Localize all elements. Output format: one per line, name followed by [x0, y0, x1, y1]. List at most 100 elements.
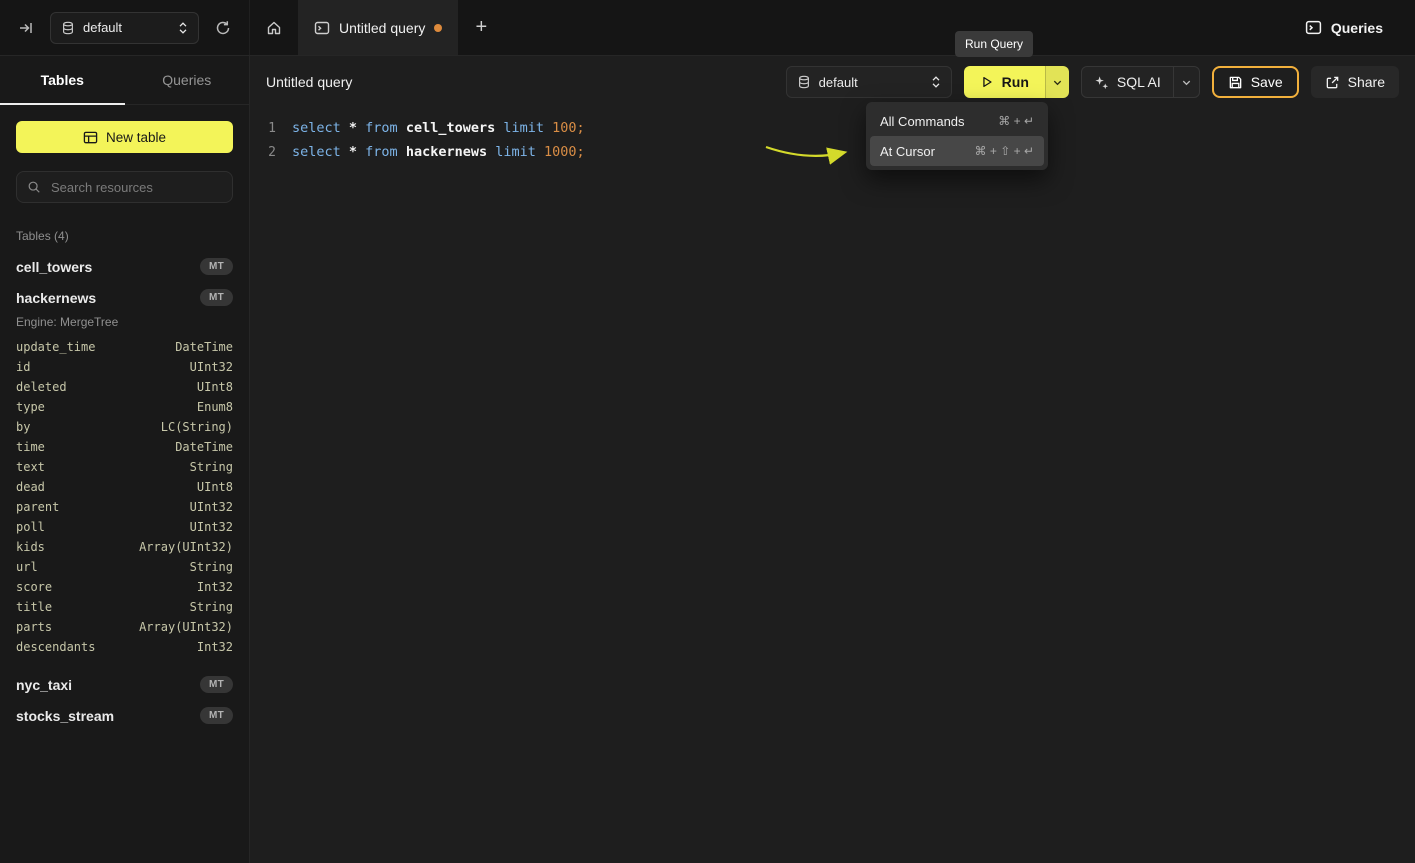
column-row: text String [0, 457, 249, 477]
chevron-down-icon [1052, 77, 1063, 88]
table-name: stocks_stream [16, 708, 114, 724]
line-number: 2 [250, 145, 276, 160]
column-name: time [16, 440, 45, 454]
column-name: parts [16, 620, 52, 634]
chevron-down-icon [1181, 77, 1192, 88]
column-row: url String [0, 557, 249, 577]
sidebar-table-stocks_stream[interactable]: stocks_stream MT [0, 700, 249, 731]
sql-ai-caret-button[interactable] [1173, 67, 1199, 97]
column-row: time DateTime [0, 437, 249, 457]
column-type: UInt8 [197, 480, 233, 494]
main-pane: Untitled query default [250, 56, 1415, 863]
column-type: DateTime [175, 440, 233, 454]
column-type: Enum8 [197, 400, 233, 414]
queries-button[interactable]: Queries [1299, 18, 1389, 37]
tables-section-label: Tables (4) [0, 213, 249, 251]
home-tab[interactable] [250, 0, 298, 55]
queries-icon [1305, 19, 1322, 36]
run-menu-item-all-commands[interactable]: All Commands⌘ + ↵ [870, 106, 1044, 136]
code-text: select * from cell_towers limit 100; [292, 120, 585, 136]
search-icon [27, 180, 41, 194]
engine-badge: MT [200, 289, 233, 306]
updown-chevron-icon [931, 75, 941, 89]
column-row: dead UInt8 [0, 477, 249, 497]
column-row: poll UInt32 [0, 517, 249, 537]
sql-console-app: default Untitl [0, 0, 1415, 863]
column-type: UInt8 [197, 380, 233, 394]
share-icon [1325, 75, 1340, 90]
collapse-sidebar-button[interactable] [14, 16, 38, 40]
sidebar-tab-tables[interactable]: Tables [0, 56, 125, 104]
table-icon [83, 130, 98, 145]
home-icon [266, 20, 282, 36]
column-row: kidsArray(UInt32) [0, 537, 249, 557]
refresh-button[interactable] [211, 16, 235, 40]
column-name: poll [16, 520, 45, 534]
engine-badge: MT [200, 676, 233, 693]
column-name: type [16, 400, 45, 414]
run-button-group: Run [964, 66, 1069, 98]
column-type: UInt32 [190, 520, 233, 534]
run-button-label: Run [1002, 74, 1029, 90]
column-name: text [16, 460, 45, 474]
topbar-right: Queries [1299, 0, 1415, 55]
refresh-icon [215, 20, 231, 36]
tabstrip: Untitled query + [250, 0, 504, 55]
menu-item-label: All Commands [880, 114, 965, 129]
engine-badge: MT [200, 707, 233, 724]
column-name: dead [16, 480, 45, 494]
column-type: String [190, 460, 233, 474]
run-query-tooltip: Run Query [955, 31, 1033, 57]
play-icon [980, 75, 994, 89]
share-button[interactable]: Share [1311, 66, 1399, 98]
search-resources-input[interactable] [49, 179, 229, 196]
run-options-caret-button[interactable] [1045, 66, 1069, 98]
sql-ai-button[interactable]: SQL AI [1082, 67, 1173, 97]
new-table-label: New table [106, 130, 166, 145]
query-database-selector[interactable]: default [786, 66, 952, 98]
engine-badge: MT [200, 258, 233, 275]
sidebar-table-nyc_taxi[interactable]: nyc_taxi MT [0, 669, 249, 700]
column-name: id [16, 360, 30, 374]
column-row: type Enum8 [0, 397, 249, 417]
table-engine-label: Engine: MergeTree [0, 313, 249, 337]
table-list: cell_towersMThackernewsMTEngine: MergeTr… [0, 251, 249, 731]
query-header: Untitled query default [250, 56, 1415, 108]
new-tab-button[interactable]: + [458, 0, 504, 55]
database-icon [61, 21, 75, 35]
tab-label: Untitled query [339, 20, 425, 36]
sql-ai-label: SQL AI [1117, 74, 1161, 90]
menu-item-label: At Cursor [880, 144, 935, 159]
column-row: deletedUInt8 [0, 377, 249, 397]
save-button[interactable]: Save [1212, 66, 1299, 98]
topbar-database-selector[interactable]: default [50, 12, 199, 44]
sidebar-table-cell_towers[interactable]: cell_towersMT [0, 251, 249, 282]
table-name: nyc_taxi [16, 677, 72, 693]
unsaved-indicator-dot [434, 24, 442, 32]
column-type: UInt32 [190, 360, 233, 374]
column-name: parent [16, 500, 59, 514]
query-controls: default Run [786, 66, 1399, 98]
search-box [16, 171, 233, 203]
column-name: url [16, 560, 38, 574]
sparkles-icon [1094, 75, 1109, 90]
run-button[interactable]: Run [964, 66, 1045, 98]
code-text: select * from hackernews limit 1000; [292, 144, 585, 160]
query-window-icon [314, 20, 330, 36]
tab-untitled-query[interactable]: Untitled query [298, 0, 458, 55]
new-table-button[interactable]: New table [16, 121, 233, 153]
column-type: Int32 [197, 580, 233, 594]
sql-editor[interactable]: 1select * from cell_towers limit 100;2se… [250, 108, 1415, 863]
menu-item-shortcut: ⌘ + ⇧ + ↵ [975, 144, 1034, 158]
column-type: String [190, 560, 233, 574]
sql-ai-button-group: SQL AI [1081, 66, 1200, 98]
run-menu-item-at-cursor[interactable]: At Cursor ⌘ + ⇧ + ↵ [870, 136, 1044, 166]
save-icon [1228, 75, 1243, 90]
sidebar-table-hackernews[interactable]: hackernewsMT [0, 282, 249, 313]
column-type: Array(UInt32) [139, 620, 233, 634]
topbar: default Untitl [0, 0, 1415, 56]
column-type: String [190, 600, 233, 614]
database-selector-value: default [83, 20, 122, 35]
sidebar-tab-queries[interactable]: Queries [125, 56, 250, 104]
column-name: descendants [16, 640, 95, 654]
